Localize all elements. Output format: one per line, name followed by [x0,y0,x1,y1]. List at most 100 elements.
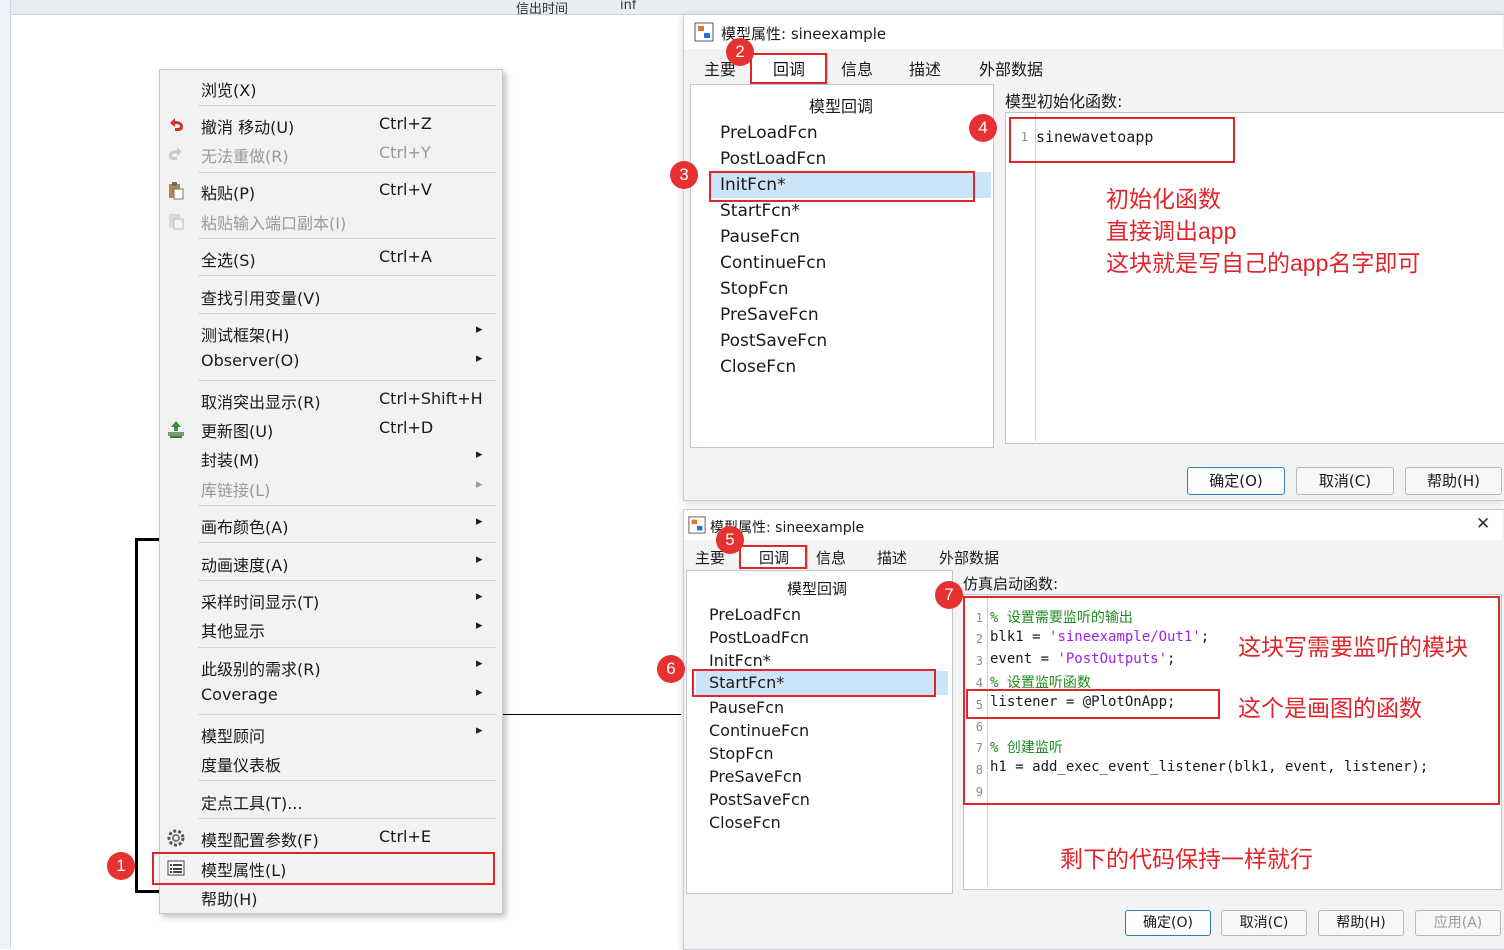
submenu-arrow-icon: ▸ [476,618,483,633]
submenu-arrow-icon: ▸ [476,723,483,738]
highlight-box-callbacks-tab [750,53,827,84]
callback-item-presavefcn[interactable]: PreSaveFcn [720,305,819,325]
menu-item-sample-time-display[interactable]: 采样时间显示(T) ▸ [160,585,502,614]
highlight-box-callbacks-tab [739,545,807,569]
canvas-signal-line [135,890,159,893]
menu-separator [198,275,496,276]
context-menu: 浏览(X) 撤消 移动(U) Ctrl+Z 无法重做(R) Ctrl+Y 粘贴(… [159,69,503,914]
step-badge: 6 [657,655,685,683]
model-window-icon [688,516,706,534]
highlight-box-init-code [1009,117,1235,163]
menu-item-undo[interactable]: 撤消 移动(U) Ctrl+Z [160,110,502,139]
undo-icon [170,118,183,131]
callback-item-initfcn[interactable]: InitFcn* [709,651,771,670]
callback-item-continuefcn[interactable]: ContinueFcn [709,721,809,740]
help-button[interactable]: 帮助(H) [1405,467,1502,495]
gear-icon [167,829,185,847]
menu-item-model-configuration-parameters[interactable]: 模型配置参数(F) Ctrl+E [160,823,502,852]
tab-external-data[interactable]: 外部数据 [962,57,1060,83]
submenu-arrow-icon: ▸ [476,447,483,462]
step-badge: 5 [716,526,744,554]
canvas-signal-line [501,714,681,715]
menu-item-animation-speed[interactable]: 动画速度(A) ▸ [160,548,502,577]
annotation-init-line3: 这块就是写自己的app名字即可 [1106,250,1421,276]
callback-item-postsavefcn[interactable]: PostSaveFcn [709,790,810,809]
menu-item-update-diagram[interactable]: 更新图(U) Ctrl+D [160,414,502,443]
annotation-plot-function: 这个是画图的函数 [1238,695,1422,721]
tab-description[interactable]: 描述 [866,547,918,569]
menu-item-requirements[interactable]: 此级别的需求(R) ▸ [160,652,502,681]
menu-separator [198,380,496,381]
ok-button[interactable]: 确定(O) [1125,910,1211,936]
highlight-box-listener-line [966,689,1220,719]
step-badge: 7 [935,581,963,609]
step-badge: 4 [969,114,997,142]
menu-separator [198,542,496,543]
menu-separator [198,172,496,173]
callback-item-closefcn[interactable]: CloseFcn [709,813,781,832]
tab-external-data[interactable]: 外部数据 [928,547,1010,569]
menu-item-paste-input-port-copy[interactable]: 粘贴输入端口副本(I) [160,206,502,235]
menu-item-redo[interactable]: 无法重做(R) Ctrl+Y [160,139,502,168]
menu-separator [198,780,496,781]
callback-item-preloadfcn[interactable]: PreLoadFcn [709,605,801,624]
callback-item-preloadfcn[interactable]: PreLoadFcn [720,123,818,143]
cancel-button[interactable]: 取消(C) [1296,467,1394,495]
cancel-button[interactable]: 取消(C) [1221,910,1307,936]
highlight-box-startfcn [692,669,936,697]
menu-item-model-advisor[interactable]: 模型顾问 ▸ [160,719,502,748]
menu-item-browse[interactable]: 浏览(X) [160,73,502,102]
menu-item-paste[interactable]: 粘贴(P) Ctrl+V [160,176,502,205]
menu-separator [198,313,496,314]
callback-item-stopfcn[interactable]: StopFcn [720,279,789,299]
menu-separator [198,505,496,506]
submenu-arrow-icon: ▸ [476,322,483,337]
callback-item-stopfcn[interactable]: StopFcn [709,744,774,763]
menu-separator [198,818,496,819]
submenu-arrow-icon: ▸ [476,552,483,567]
menu-separator [198,714,496,715]
highlight-box-model-properties [152,852,495,885]
callback-item-postsavefcn[interactable]: PostSaveFcn [720,331,827,351]
menu-item-other-displays[interactable]: 其他显示 ▸ [160,614,502,643]
callback-item-presavefcn[interactable]: PreSaveFcn [709,767,802,786]
step-badge: 2 [726,38,754,66]
menu-separator [198,580,496,581]
menu-separator [198,105,496,106]
ok-button[interactable]: 确定(O) [1187,467,1285,495]
callback-item-pausefcn[interactable]: PauseFcn [709,698,784,717]
callback-item-startfcn[interactable]: StartFcn* [720,201,800,221]
menu-item-canvas-color[interactable]: 画布颜色(A) ▸ [160,510,502,539]
menu-item-metrics-dashboard[interactable]: 度量仪表板 [160,748,502,777]
submenu-arrow-icon: ▸ [476,477,483,492]
annotation-monitor-block: 这块写需要监听的模块 [1238,634,1468,660]
function-editor-label: 仿真启动函数: [963,575,1059,593]
menu-item-coverage[interactable]: Coverage ▸ [160,681,502,710]
menu-item-help[interactable]: 帮助(H) [160,882,502,911]
callback-item-continuefcn[interactable]: ContinueFcn [720,253,826,273]
close-icon[interactable]: ✕ [1476,514,1490,534]
menu-item-observer[interactable]: Observer(O) ▸ [160,347,502,376]
menu-item-find-referenced-variables[interactable]: 查找引用变量(V) [160,281,502,310]
submenu-arrow-icon: ▸ [476,589,483,604]
menu-item-fixed-point-tool[interactable]: 定点工具(T)... [160,786,502,815]
menu-item-mask[interactable]: 封装(M) ▸ [160,443,502,472]
callback-item-postloadfcn[interactable]: PostLoadFcn [709,628,809,647]
tab-info[interactable]: 信息 [830,57,884,83]
menu-item-remove-highlighting[interactable]: 取消突出显示(R) Ctrl+Shift+H [160,385,502,414]
tab-description[interactable]: 描述 [894,57,956,83]
callback-item-postloadfcn[interactable]: PostLoadFcn [720,149,826,169]
tab-info[interactable]: 信息 [808,547,854,569]
function-editor-label: 模型初始化函数: [1005,92,1123,111]
callback-item-closefcn[interactable]: CloseFcn [720,357,796,377]
paste-port-icon [169,214,184,230]
annotation-init-line1: 初始化函数 [1106,186,1221,212]
menu-item-select-all[interactable]: 全选(S) Ctrl+A [160,243,502,272]
apply-button[interactable]: 应用(A) [1415,910,1501,936]
callback-list-title: 模型回调 [808,97,873,116]
callback-item-pausefcn[interactable]: PauseFcn [720,227,800,247]
menu-item-test-harness[interactable]: 测试框架(H) ▸ [160,318,502,347]
help-button[interactable]: 帮助(H) [1318,910,1404,936]
menu-item-library-link[interactable]: 库链接(L) ▸ [160,473,502,502]
submenu-arrow-icon: ▸ [476,656,483,671]
